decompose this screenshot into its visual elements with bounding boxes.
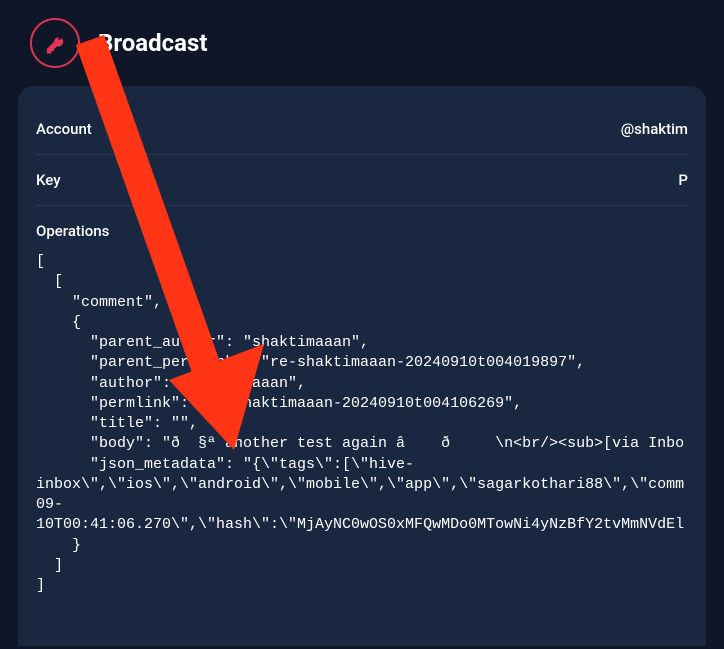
operations-label: Operations xyxy=(36,206,688,252)
key-label: Key xyxy=(36,171,61,189)
operations-code: [ [ "comment", { "parent_author": "shakt… xyxy=(36,252,688,616)
account-value: @shaktim xyxy=(621,120,688,138)
key-icon xyxy=(41,29,69,57)
key-value: P xyxy=(678,171,688,189)
panel: Account @shaktim Key P Operations [ [ "c… xyxy=(18,86,706,646)
account-row: Account @shaktim xyxy=(36,104,688,155)
key-row: Key P xyxy=(36,155,688,206)
header: Broadcast xyxy=(0,0,724,86)
logo xyxy=(30,18,80,68)
page-title: Broadcast xyxy=(98,29,207,57)
account-label: Account xyxy=(36,120,92,138)
